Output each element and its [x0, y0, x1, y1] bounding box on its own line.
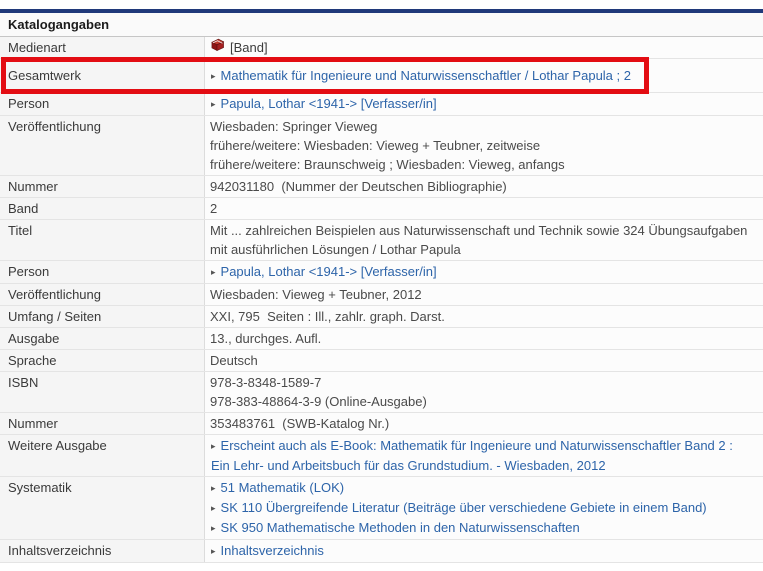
row-value-line: 978-383-48864-3-9 (Online-Ausgabe) [210, 392, 753, 411]
row-value-line: ▸Erscheint auch als E-Book: Mathematik f… [210, 436, 753, 475]
row-value-line: XXI, 795 Seiten : Ill., zahlr. graph. Da… [210, 307, 753, 326]
row-value: Wiesbaden: Vieweg + Teubner, 2012 [205, 284, 763, 305]
row-label: Umfang / Seiten [0, 306, 205, 327]
link-arrow-icon: ▸ [211, 499, 216, 518]
row-label: Medienart [0, 37, 205, 58]
row-value-line: ▸ Inhaltsverzeichnis [210, 541, 753, 561]
row-value-line: frühere/weitere: Wiesbaden: Vieweg + Teu… [210, 136, 753, 155]
catalog-table: Katalogangaben Medienart [Band] Gesamtwerk… [0, 13, 763, 563]
row-value: Wiesbaden: Springer Viewegfrühere/weiter… [205, 116, 763, 175]
catalog-link[interactable]: Papula, Lothar <1941-> [Verfasser/in] [221, 96, 437, 111]
row-value-line: Mit ... zahlreichen Beispielen aus Natur… [210, 221, 753, 259]
table-row: TitelMit ... zahlreichen Beispielen aus … [0, 220, 763, 261]
row-value: 2 [205, 198, 763, 219]
catalog-link[interactable]: Erscheint auch als E-Book: Mathematik fü… [211, 438, 736, 473]
row-value: ▸ Papula, Lothar <1941-> [Verfasser/in] [205, 93, 763, 115]
table-header: Katalogangaben [0, 13, 763, 37]
media-type-label: [Band] [230, 38, 268, 57]
table-row: Umfang / Seiten XXI, 795 Seiten : Ill., z… [0, 306, 763, 328]
page-title: Katalogangaben [8, 17, 109, 32]
book-icon [210, 38, 225, 57]
row-label: ISBN [0, 372, 205, 412]
row-value: Mit ... zahlreichen Beispielen aus Natur… [205, 220, 763, 260]
table-row: ISBN978-3-8348-1589-7978-383-48864-3-9 (… [0, 372, 763, 413]
table-row: Person ▸ Papula, Lothar <1941-> [Verfasser… [0, 93, 763, 116]
row-value-line: 942031180 (Nummer der Deutschen Bibliogr… [210, 177, 753, 196]
row-value: [Band] [205, 37, 763, 58]
row-label: Veröffentlichung [0, 116, 205, 175]
row-value: 353483761 (SWB-Katalog Nr.) [205, 413, 763, 434]
row-value-line: ▸ SK 950 Mathematische Methoden in den Na… [210, 518, 753, 538]
link-arrow-icon: ▸ [211, 437, 216, 456]
table-row: Person ▸ Papula, Lothar <1941-> [Verfasser… [0, 261, 763, 284]
link-arrow-icon: ▸ [211, 95, 216, 114]
row-label: Nummer [0, 176, 205, 197]
row-value-line: 2 [210, 199, 753, 218]
row-label: Ausgabe [0, 328, 205, 349]
row-value: 942031180 (Nummer der Deutschen Bibliogr… [205, 176, 763, 197]
row-label: Veröffentlichung [0, 284, 205, 305]
catalog-page: Katalogangaben Medienart [Band] Gesamtwerk… [0, 0, 763, 563]
row-label: Inhaltsverzeichnis [0, 540, 205, 562]
catalog-link[interactable]: SK 950 Mathematische Methoden in den Nat… [221, 520, 580, 535]
row-value-line: ▸ 51 Mathematik (LOK) [210, 478, 753, 498]
table-row: Inhaltsverzeichnis ▸ Inhaltsverzeichnis [0, 540, 763, 563]
row-label: Band [0, 198, 205, 219]
row-label: Person [0, 261, 205, 283]
row-label: Gesamtwerk [0, 59, 205, 92]
table-row: Ausgabe 13., durchges. Aufl. [0, 328, 763, 350]
row-value-line: Deutsch [210, 351, 753, 370]
table-row: Medienart [Band] [0, 37, 763, 59]
media-type-line: [Band] [210, 38, 753, 57]
row-value: ▸ Papula, Lothar <1941-> [Verfasser/in] [205, 261, 763, 283]
link-arrow-icon: ▸ [211, 542, 216, 561]
link-arrow-icon: ▸ [211, 479, 216, 498]
row-label: Titel [0, 220, 205, 260]
table-row: VeröffentlichungWiesbaden: Springer View… [0, 116, 763, 176]
row-value: ▸ Mathematik für Ingenieure und Naturwiss… [205, 59, 763, 92]
table-row: Nummer 942031180 (Nummer der Deutschen Bi… [0, 176, 763, 198]
link-arrow-icon: ▸ [211, 263, 216, 282]
top-spacer [0, 0, 763, 9]
row-label: Nummer [0, 413, 205, 434]
row-value-line: ▸ Papula, Lothar <1941-> [Verfasser/in] [210, 262, 753, 282]
row-value: ▸ Inhaltsverzeichnis [205, 540, 763, 562]
table-row: Weitere Ausgabe▸Erscheint auch als E-Boo… [0, 435, 763, 477]
catalog-link[interactable]: SK 110 Übergreifende Literatur (Beiträge… [221, 500, 707, 515]
row-value: XXI, 795 Seiten : Ill., zahlr. graph. Da… [205, 306, 763, 327]
row-value-line: ▸ SK 110 Übergreifende Literatur (Beiträg… [210, 498, 753, 518]
row-value: ▸ 51 Mathematik (LOK) ▸ SK 110 Übergreifend… [205, 477, 763, 539]
row-value-line: 13., durchges. Aufl. [210, 329, 753, 348]
row-value-line: 978-3-8348-1589-7 [210, 373, 753, 392]
table-row: Gesamtwerk ▸ Mathematik für Ingenieure und… [0, 59, 763, 93]
catalog-link[interactable]: Papula, Lothar <1941-> [Verfasser/in] [221, 264, 437, 279]
row-label: Weitere Ausgabe [0, 435, 205, 476]
table-row: Band 2 [0, 198, 763, 220]
row-value-line: frühere/weitere: Braunschweig ; Wiesbade… [210, 155, 753, 174]
table-row: Nummer 353483761 (SWB-Katalog Nr.) [0, 413, 763, 435]
row-value-line: Wiesbaden: Springer Vieweg [210, 117, 753, 136]
catalog-link[interactable]: 51 Mathematik (LOK) [221, 480, 345, 495]
catalog-link[interactable]: Mathematik für Ingenieure und Naturwisse… [221, 68, 631, 83]
row-value: ▸Erscheint auch als E-Book: Mathematik f… [205, 435, 763, 476]
row-value-line: ▸ Mathematik für Ingenieure und Naturwiss… [210, 66, 753, 86]
row-value-line: Wiesbaden: Vieweg + Teubner, 2012 [210, 285, 753, 304]
row-label: Person [0, 93, 205, 115]
catalog-link[interactable]: Inhaltsverzeichnis [221, 543, 324, 558]
row-label: Systematik [0, 477, 205, 539]
row-value-line: 353483761 (SWB-Katalog Nr.) [210, 414, 753, 433]
row-value-line: ▸ Papula, Lothar <1941-> [Verfasser/in] [210, 94, 753, 114]
table-row: Veröffentlichung Wiesbaden: Vieweg + Teub… [0, 284, 763, 306]
row-value: Deutsch [205, 350, 763, 371]
row-label: Sprache [0, 350, 205, 371]
row-value: 13., durchges. Aufl. [205, 328, 763, 349]
row-value: 978-3-8348-1589-7978-383-48864-3-9 (Onli… [205, 372, 763, 412]
table-row: Sprache Deutsch [0, 350, 763, 372]
link-arrow-icon: ▸ [211, 67, 216, 86]
table-row: Systematik ▸ 51 Mathematik (LOK) ▸ SK 110 Üb… [0, 477, 763, 540]
table-body: Medienart [Band] Gesamtwerk ▸ Mathematik für… [0, 37, 763, 563]
link-arrow-icon: ▸ [211, 519, 216, 538]
